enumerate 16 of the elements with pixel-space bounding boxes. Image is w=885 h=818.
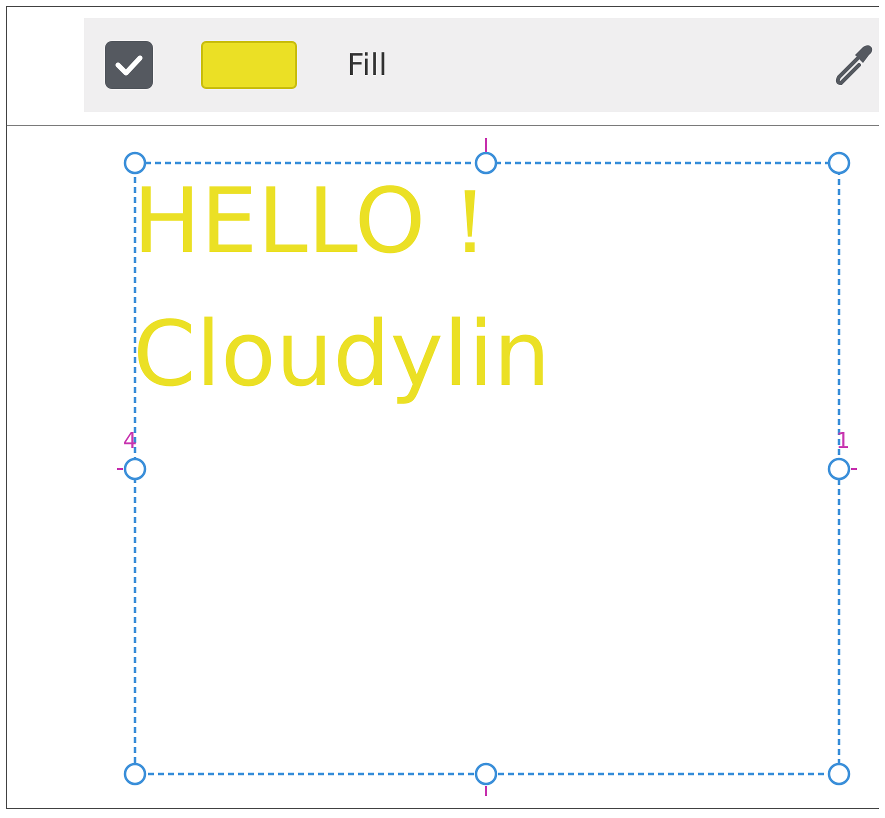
resize-handle[interactable] xyxy=(828,762,850,786)
resize-handle[interactable] xyxy=(124,152,146,174)
check-icon xyxy=(114,53,144,77)
fill-label: Fill xyxy=(347,46,388,84)
resize-handle[interactable] xyxy=(124,458,146,480)
guide-label: 1 xyxy=(836,431,850,453)
canvas-text: Cloudylin xyxy=(133,301,550,409)
resize-handle[interactable] xyxy=(124,762,146,786)
color-swatch[interactable] xyxy=(201,41,297,89)
guide-label: 4 xyxy=(123,431,137,453)
canvas-text: HELLO！ xyxy=(133,168,516,276)
resize-handle[interactable] xyxy=(828,152,850,174)
resize-handle[interactable] xyxy=(474,152,498,174)
checkbox[interactable] xyxy=(105,41,153,89)
resize-handle[interactable] xyxy=(474,762,498,786)
resize-handle[interactable] xyxy=(828,458,850,480)
